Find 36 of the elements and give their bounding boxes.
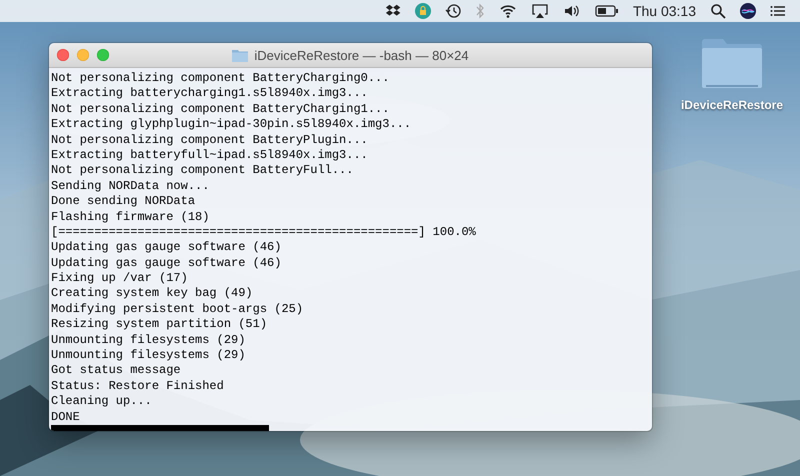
terminal-line: Modifying persistent boot-args (25)	[51, 302, 304, 318]
terminal-line: Creating system key bag (49)	[51, 286, 254, 302]
terminal-line: Done sending NORData	[51, 194, 196, 210]
terminal-line: Got status message	[51, 363, 182, 379]
battery-icon[interactable]	[594, 3, 619, 19]
folder-icon	[232, 48, 248, 62]
terminal-line: Updating gas gauge software (46)	[51, 256, 282, 272]
terminal-line: Status: Restore Finished	[51, 378, 225, 394]
terminal-line: Cleaning up...	[51, 394, 153, 410]
menu-clock[interactable]: Thu 03:13	[632, 3, 696, 19]
window-title: iDeviceReRestore — -bash — 80×24	[254, 48, 469, 62]
cloud-lock-icon[interactable]	[414, 3, 431, 19]
wifi-icon[interactable]	[498, 3, 517, 19]
siri-icon[interactable]	[740, 3, 756, 19]
terminal-line: Extracting batterycharging1.s5l8940x.img3...	[51, 86, 369, 102]
terminal-line: Unmounting filesystems (29)	[51, 332, 246, 348]
airplay-icon[interactable]	[530, 3, 549, 19]
close-button[interactable]	[57, 49, 69, 61]
terminal-line: Flashing firmware (18)	[51, 210, 210, 225]
menu-icon[interactable]	[770, 3, 786, 19]
terminal-line: Updating gas gauge software (46)	[51, 240, 282, 256]
terminal-line: Not personalizing component BatteryFull...	[51, 163, 354, 179]
terminal-line: Extracting batteryfull~ipad.s5l8940x.img3...	[51, 148, 369, 164]
terminal-line: Fixing up /var (17)	[51, 271, 189, 286]
terminal-line: Not personalizing component BatteryCharging0...	[51, 71, 390, 86]
terminal-line: Resizing system partition (51)	[51, 317, 268, 333]
search-icon[interactable]	[710, 3, 726, 19]
terminal-line: Not personalizing component BatteryPlugin...	[51, 132, 369, 148]
terminal-line: Not personalizing component BatteryCharging1...	[51, 102, 390, 118]
terminal-line: Extracting glyphplugin~ipad-30pin.s5l8940x.img3...	[51, 117, 412, 133]
terminal-line: [==================================================] 100.0%	[51, 224, 477, 240]
clock-history-icon[interactable]	[444, 3, 461, 19]
terminal-line: Unmounting filesystems (29)	[51, 348, 246, 364]
terminal-line: Sending NORData now...	[51, 178, 210, 194]
volume-icon[interactable]	[562, 3, 581, 19]
terminal-line: DONE	[51, 410, 81, 425]
